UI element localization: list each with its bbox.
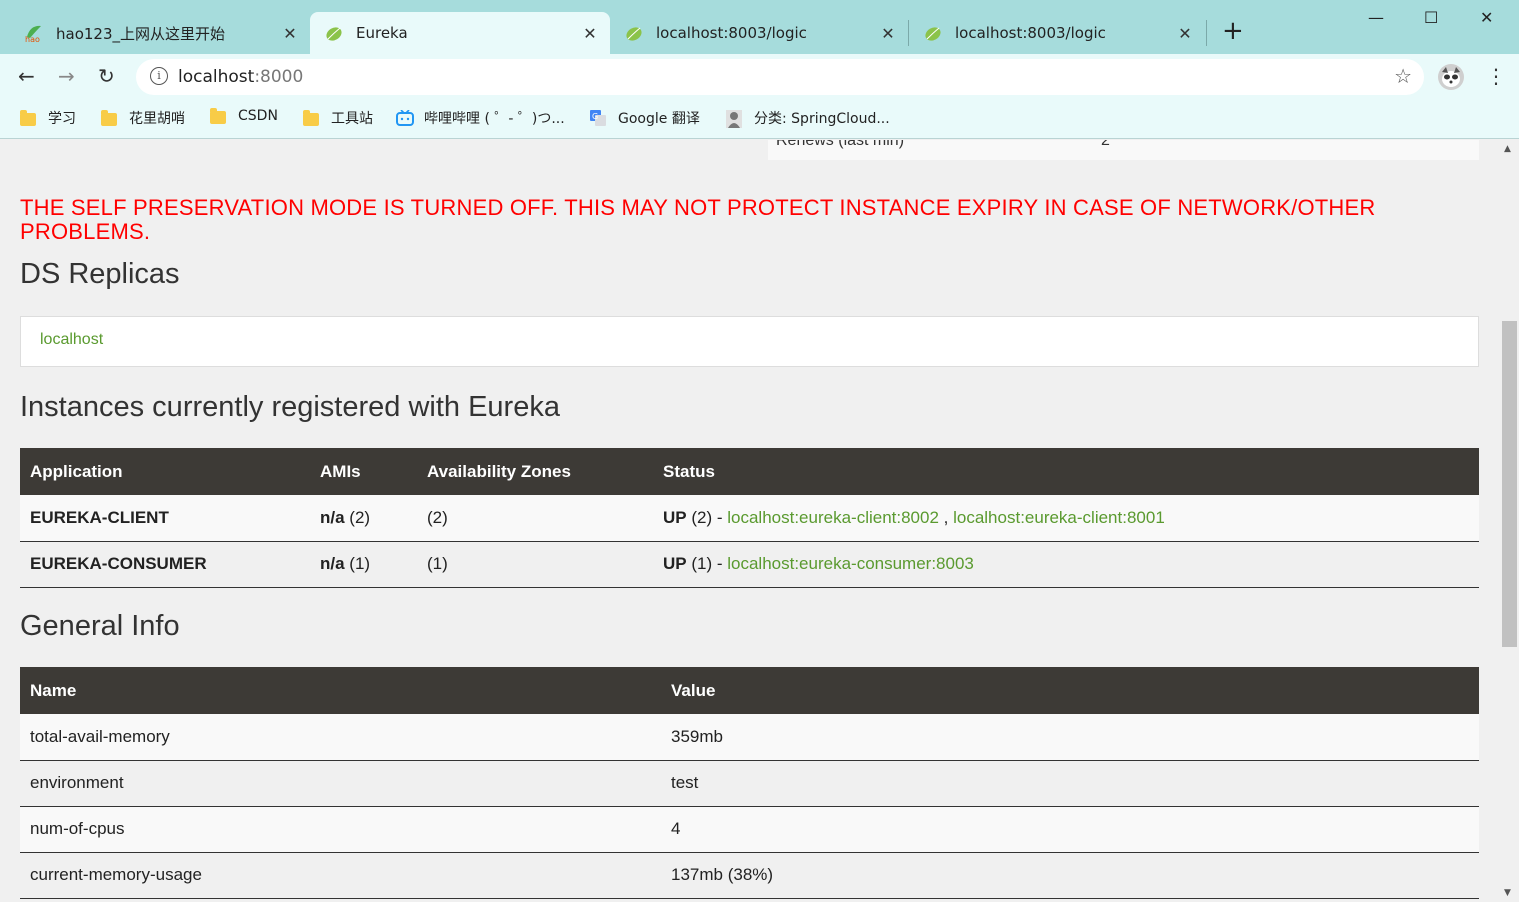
bookmark-google-translate[interactable]: G Google 翻译	[590, 108, 700, 128]
column-header: Status	[653, 448, 1479, 495]
scroll-down-icon[interactable]: ▼	[1504, 888, 1511, 898]
address-bar[interactable]: i localhost:8000 ☆	[136, 59, 1424, 95]
scrollbar-thumb[interactable]	[1502, 321, 1517, 647]
table-row: num-of-cpus 4	[20, 806, 1479, 853]
column-header: Value	[661, 667, 1479, 714]
tab-localhost-logic-1[interactable]: localhost:8003/logic ✕	[610, 12, 908, 54]
table-row: EUREKA-CLIENT n/a (2) (2) UP (2) - local…	[20, 495, 1479, 542]
ds-replicas-heading: DS Replicas	[20, 258, 180, 290]
table-row: total-avail-memory 359mb	[20, 714, 1479, 761]
address-url[interactable]: localhost:8000	[178, 67, 303, 87]
renews-value: 2	[1101, 140, 1110, 149]
minimize-button[interactable]: —	[1368, 8, 1384, 27]
tab-hao123[interactable]: hao hao123_上网从这里开始 ✕	[0, 12, 310, 54]
zones-cell: (1)	[417, 541, 653, 588]
app-name: EUREKA-CONSUMER	[20, 541, 310, 588]
instance-link[interactable]: localhost:eureka-client:8001	[953, 508, 1165, 527]
info-value: test	[661, 760, 1479, 807]
ami-cell: n/a (1)	[310, 541, 417, 588]
info-name: total-avail-memory	[20, 714, 661, 761]
app-name: EUREKA-CLIENT	[20, 495, 310, 542]
tab-title: hao123_上网从这里开始	[56, 24, 226, 43]
tab-eureka[interactable]: Eureka ✕	[310, 12, 610, 54]
folder-icon	[210, 107, 226, 124]
tab-separator	[1206, 20, 1207, 46]
bookmark-star-icon[interactable]: ☆	[1394, 64, 1412, 88]
bilibili-icon	[396, 109, 414, 126]
self-preservation-warning: THE SELF PRESERVATION MODE IS TURNED OFF…	[20, 195, 1376, 244]
tab-close-icon[interactable]: ✕	[880, 24, 896, 43]
scroll-up-icon[interactable]: ▲	[1504, 144, 1511, 154]
column-header: Availability Zones	[417, 448, 653, 495]
avatar-icon	[726, 110, 742, 128]
general-info-table: Name Value total-avail-memory 359mb envi…	[20, 667, 1479, 899]
maximize-button[interactable]: ☐	[1424, 8, 1438, 27]
back-button[interactable]: ←	[18, 64, 35, 88]
site-info-icon[interactable]: i	[150, 67, 168, 85]
folder-icon	[101, 109, 117, 126]
column-header: Name	[20, 667, 661, 714]
table-row: current-memory-usage 137mb (38%)	[20, 852, 1479, 899]
info-value: 137mb (38%)	[661, 852, 1479, 899]
ami-cell: n/a (2)	[310, 495, 417, 542]
tab-close-icon[interactable]: ✕	[582, 24, 598, 43]
browser-toolbar: ← → ↻ i localhost:8000 ☆	[0, 54, 1519, 100]
new-tab-button[interactable]: +	[1222, 18, 1244, 44]
instance-link[interactable]: localhost:eureka-client:8002	[727, 508, 939, 527]
bookmark-springcloud[interactable]: 分类: SpringCloud...	[726, 108, 890, 128]
renews-label: Renews (last min)	[776, 140, 905, 149]
folder-icon	[20, 109, 36, 126]
table-row: EUREKA-CONSUMER n/a (1) (1) UP (1) - loc…	[20, 541, 1479, 588]
spring-leaf-icon	[324, 23, 344, 43]
svg-text:G: G	[592, 112, 598, 121]
bookmark-folder-study[interactable]: 学习	[20, 108, 76, 128]
table-row: environment test	[20, 760, 1479, 807]
tab-localhost-logic-2[interactable]: localhost:8003/logic ✕	[909, 12, 1205, 54]
browser-menu-icon[interactable]: ⋮	[1486, 64, 1506, 88]
ds-replicas-list: localhost	[20, 316, 1479, 367]
bookmark-folder-fancy[interactable]: 花里胡哨	[101, 108, 185, 128]
status-cell: UP (2) - localhost:eureka-client:8002 , …	[653, 495, 1479, 542]
status-cell: UP (1) - localhost:eureka-consumer:8003	[653, 541, 1479, 588]
column-header: AMIs	[310, 448, 417, 495]
bookmark-bilibili[interactable]: 哔哩哔哩 ( ゜- ゜)つ...	[396, 108, 565, 128]
profile-avatar[interactable]	[1438, 64, 1464, 90]
google-translate-icon: G	[590, 110, 606, 126]
info-value: 359mb	[661, 714, 1479, 761]
eureka-page: Renews (last min) 2 THE SELF PRESERVATIO…	[0, 140, 1500, 902]
tab-title: localhost:8003/logic	[955, 24, 1106, 42]
spring-leaf-icon	[624, 23, 644, 43]
zones-cell: (2)	[417, 495, 653, 542]
tab-strip: hao hao123_上网从这里开始 ✕ Eureka ✕ localhost:…	[0, 0, 1519, 54]
spring-leaf-icon	[923, 23, 943, 43]
folder-icon	[303, 109, 319, 126]
bookmarks-bar: 学习 花里胡哨 CSDN 工具站 哔哩哔哩 ( ゜- ゜)つ... G Goog…	[0, 100, 1519, 139]
svg-text:hao: hao	[25, 35, 40, 43]
info-value: 4	[661, 806, 1479, 853]
info-name: current-memory-usage	[20, 852, 661, 899]
replica-link[interactable]: localhost	[40, 331, 103, 349]
column-header: Application	[20, 448, 310, 495]
tab-title: localhost:8003/logic	[656, 24, 807, 42]
tab-close-icon[interactable]: ✕	[282, 24, 298, 43]
bookmark-folder-tools[interactable]: 工具站	[303, 108, 373, 128]
window-close-button[interactable]: ✕	[1480, 8, 1493, 27]
instances-table: Application AMIs Availability Zones Stat…	[20, 448, 1479, 588]
instances-heading: Instances currently registered with Eure…	[20, 391, 560, 423]
bookmark-folder-csdn[interactable]: CSDN	[210, 107, 278, 124]
hao123-icon: hao	[24, 23, 44, 43]
page-scrollbar[interactable]: ▲ ▼	[1500, 140, 1519, 902]
general-info-heading: General Info	[20, 610, 180, 642]
tab-title: Eureka	[356, 24, 408, 42]
reload-button[interactable]: ↻	[98, 64, 115, 88]
tab-close-icon[interactable]: ✕	[1177, 24, 1193, 43]
info-name: num-of-cpus	[20, 806, 661, 853]
instance-link[interactable]: localhost:eureka-consumer:8003	[727, 554, 974, 573]
forward-button[interactable]: →	[58, 64, 75, 88]
renews-row: Renews (last min) 2	[768, 140, 1479, 160]
info-name: environment	[20, 760, 661, 807]
